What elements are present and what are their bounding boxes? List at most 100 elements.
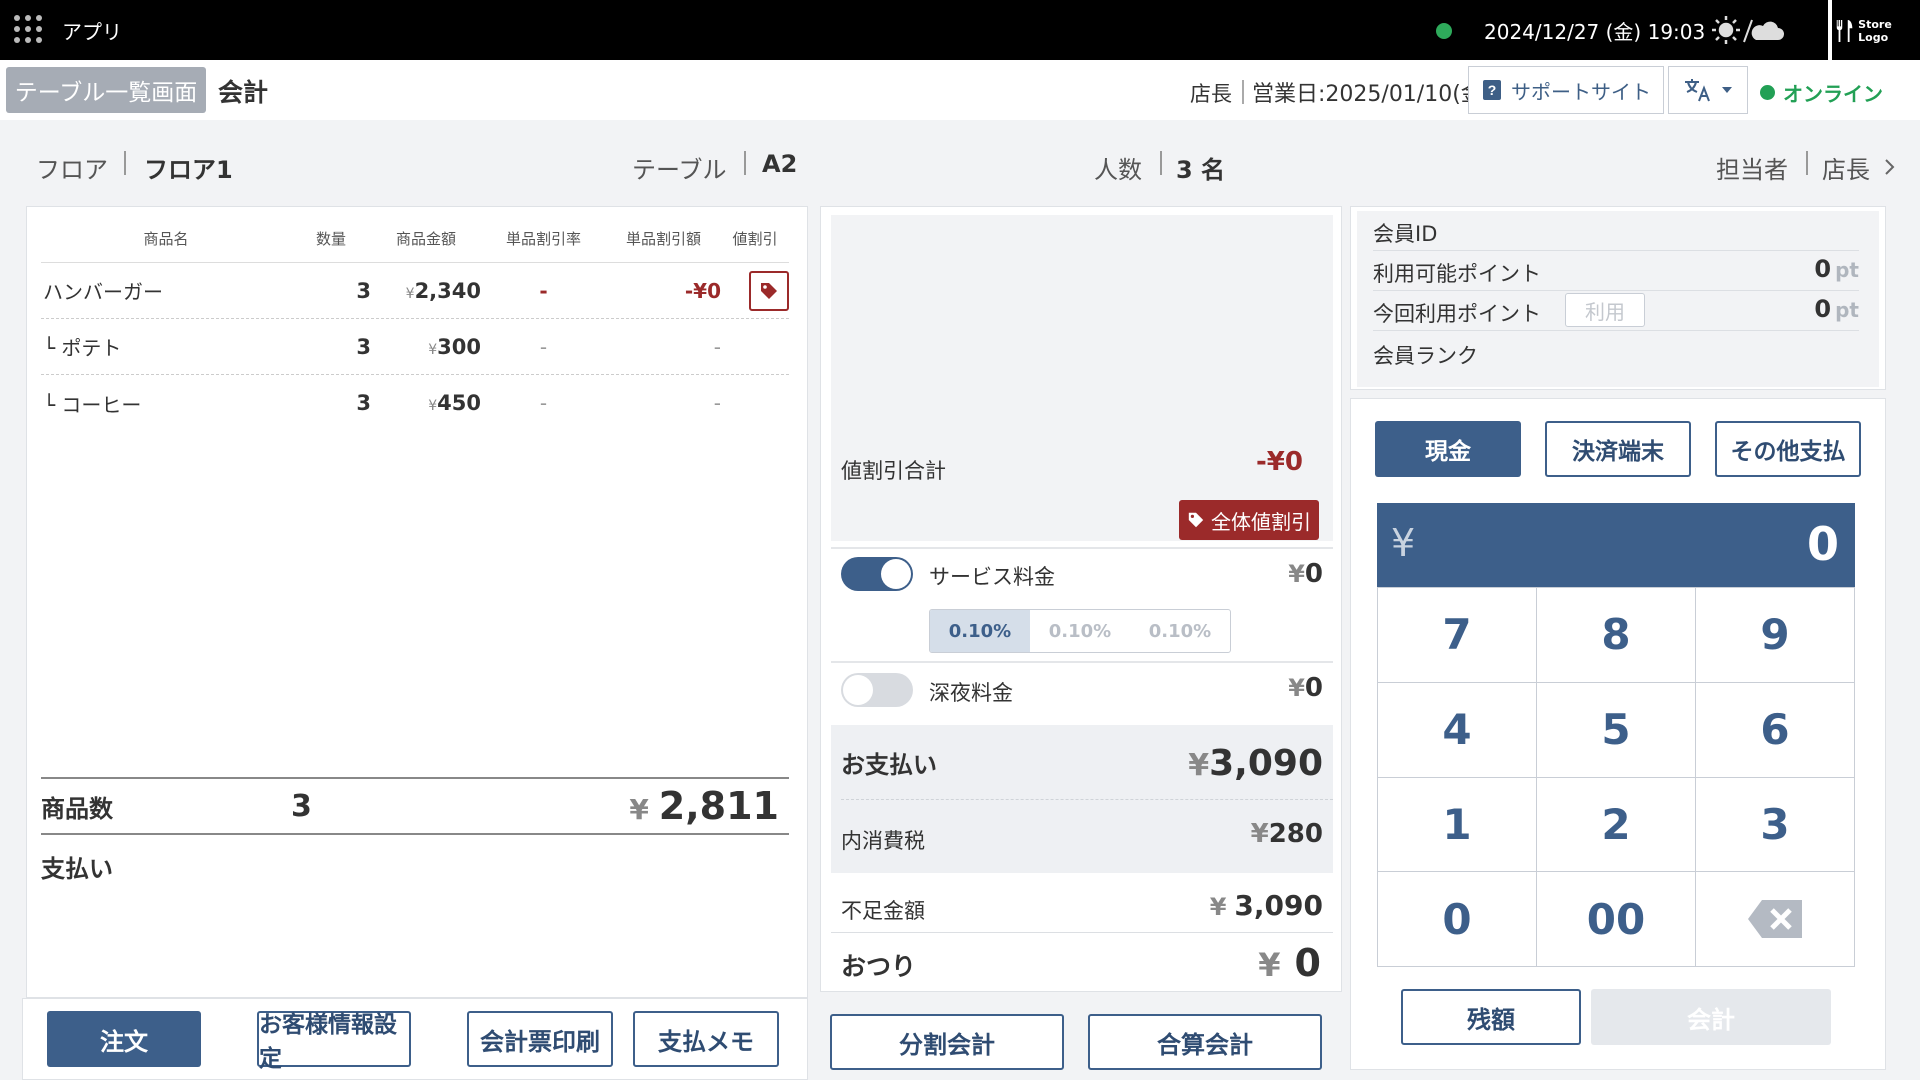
weather-icon bbox=[1712, 16, 1784, 44]
other-payment-button[interactable]: その他支払 bbox=[1715, 421, 1861, 477]
table-row[interactable]: ハンバーガー 3 ¥2,340 - -¥0 bbox=[41, 263, 789, 319]
rate-option[interactable]: 0.10% bbox=[1030, 610, 1130, 652]
item-discount-amount: - bbox=[713, 334, 721, 359]
apps-grid-icon[interactable] bbox=[14, 15, 42, 43]
merge-bill-button[interactable]: 合算会計 bbox=[1088, 1014, 1322, 1070]
payment-panel: 現金 決済端末 その他支払 ¥ 0 7 8 9 4 5 6 1 2 3 0 00… bbox=[1350, 398, 1886, 1070]
people-label: 人数 bbox=[1094, 156, 1142, 184]
table-row[interactable]: └ コーヒー 3 ¥450 - - bbox=[41, 375, 789, 431]
key-1[interactable]: 1 bbox=[1378, 777, 1537, 873]
item-discount-rate: - bbox=[539, 334, 548, 359]
key-4[interactable]: 4 bbox=[1378, 682, 1537, 778]
sun-icon bbox=[1712, 16, 1740, 44]
key-6[interactable]: 6 bbox=[1696, 682, 1855, 778]
checkout-button[interactable]: 会計 bbox=[1591, 989, 1831, 1045]
floor-label: フロア bbox=[36, 156, 108, 184]
print-receipt-button[interactable]: 会計票印刷 bbox=[467, 1011, 613, 1067]
use-points-button[interactable]: 利用 bbox=[1565, 293, 1645, 327]
rate-option[interactable]: 0.10% bbox=[930, 610, 1030, 652]
key-3[interactable]: 3 bbox=[1696, 777, 1855, 873]
table-list-button[interactable]: テーブル一覧画面 bbox=[6, 67, 206, 113]
tax-value: ¥280 bbox=[1251, 819, 1323, 849]
all-discount-button[interactable]: 全体値割引 bbox=[1179, 500, 1319, 540]
item-discount-amount: - bbox=[713, 391, 721, 415]
fork-knife-icon bbox=[1836, 19, 1853, 43]
payment-memo-button[interactable]: 支払メモ bbox=[633, 1011, 779, 1067]
backspace-key[interactable] bbox=[1696, 872, 1855, 967]
key-00[interactable]: 00 bbox=[1537, 872, 1696, 967]
column-header: 単品割引額 bbox=[625, 230, 701, 248]
yen-sign: ¥ bbox=[1209, 893, 1227, 921]
store-logo: Store Logo bbox=[1834, 18, 1920, 44]
payment-label: 支払い bbox=[41, 855, 113, 883]
order-button[interactable]: 注文 bbox=[47, 1011, 201, 1067]
store-logo-text: Store Logo bbox=[1858, 18, 1892, 44]
use-points-row: 今回利用ポイント 利用 0 pt bbox=[1373, 291, 1859, 331]
item-discount-amount: -¥0 bbox=[684, 278, 721, 303]
change-amount: 0 bbox=[1294, 941, 1321, 985]
floor-value: フロア1 bbox=[144, 156, 233, 184]
night-fee-value: ¥0 bbox=[1288, 673, 1323, 703]
status-dot-icon bbox=[1436, 23, 1452, 39]
table-row[interactable]: └ ポテト 3 ¥300 - - bbox=[41, 319, 789, 375]
yen-sign: ¥ bbox=[1391, 521, 1416, 565]
chevron-right-icon[interactable] bbox=[1884, 158, 1896, 176]
order-panel: 商品名 数量 商品金額 単品割引率 単品割引額 値割引 ハンバーガー 3 ¥2,… bbox=[26, 206, 808, 998]
numeric-keypad: 7 8 9 4 5 6 1 2 3 0 00 bbox=[1377, 587, 1855, 967]
night-fee-amount: 0 bbox=[1304, 673, 1323, 703]
order-actions: 注文 お客様情報設定 会計票印刷 支払メモ bbox=[22, 998, 808, 1080]
order-table-header: 商品名 数量 商品金額 単品割引率 単品割引額 値割引 bbox=[41, 215, 789, 263]
cash-button[interactable]: 現金 bbox=[1375, 421, 1521, 477]
member-rank-label: 会員ランク bbox=[1373, 344, 1478, 368]
discount-total-label: 値割引合計 bbox=[841, 459, 946, 483]
change-value: ¥0 bbox=[1258, 941, 1321, 985]
terminal-button[interactable]: 決済端末 bbox=[1545, 421, 1691, 477]
item-price-value: 300 bbox=[437, 334, 481, 359]
totals-panel: 値割引合計 -¥0 全体値割引 サービス料金 ¥0 0.10% 0.10% 0.… bbox=[820, 206, 1342, 992]
rate-option[interactable]: 0.10% bbox=[1130, 610, 1230, 652]
available-points-row: 利用可能ポイント 0 pt bbox=[1373, 251, 1859, 291]
remaining-button[interactable]: 残額 bbox=[1401, 989, 1581, 1045]
key-9[interactable]: 9 bbox=[1696, 588, 1855, 683]
member-rank-row: 会員ランク bbox=[1373, 333, 1859, 373]
column-header: 単品割引率 bbox=[505, 230, 581, 248]
order-summary: 商品数 3 ¥2,811 支払い bbox=[41, 777, 789, 884]
staff-value[interactable]: 店長 bbox=[1822, 150, 1870, 185]
service-fee-toggle[interactable] bbox=[841, 557, 913, 591]
language-select[interactable] bbox=[1668, 66, 1748, 114]
help-book-icon: ? bbox=[1483, 80, 1501, 100]
app-header: テーブル一覧画面 会計 店長 営業日:2025/01/10(金) ? サポートサ… bbox=[0, 60, 1920, 120]
night-fee-toggle[interactable] bbox=[841, 673, 913, 707]
yen-sign: ¥ bbox=[428, 398, 438, 414]
service-fee-value: ¥0 bbox=[1288, 559, 1323, 589]
key-2[interactable]: 2 bbox=[1537, 777, 1696, 873]
item-price-value: 450 bbox=[437, 391, 481, 415]
column-header: 商品金額 bbox=[395, 230, 456, 248]
split-bill-button[interactable]: 分割会計 bbox=[830, 1014, 1064, 1070]
payment-due-label: お支払い bbox=[841, 751, 937, 779]
key-0[interactable]: 0 bbox=[1378, 872, 1537, 967]
translate-icon bbox=[1685, 79, 1710, 102]
item-discount-rate: - bbox=[539, 278, 548, 303]
online-dot-icon bbox=[1760, 85, 1775, 100]
service-fee-rate-selector: 0.10% 0.10% 0.10% bbox=[929, 609, 1231, 653]
page-title: 会計 bbox=[218, 78, 269, 107]
item-discount-button[interactable] bbox=[749, 270, 789, 311]
item-price: ¥300 bbox=[371, 335, 481, 359]
yen-sign: ¥ bbox=[1250, 819, 1269, 849]
available-points-label: 利用可能ポイント bbox=[1373, 262, 1541, 286]
order-total: ¥2,811 bbox=[371, 784, 789, 828]
item-qty: 3 bbox=[356, 278, 371, 303]
customer-info-button[interactable]: お客様情報設定 bbox=[257, 1011, 411, 1072]
key-7[interactable]: 7 bbox=[1378, 588, 1537, 683]
item-name: ハンバーガー bbox=[43, 280, 163, 304]
tax-label: 内消費税 bbox=[841, 829, 925, 853]
key-5[interactable]: 5 bbox=[1537, 682, 1696, 778]
key-8[interactable]: 8 bbox=[1537, 588, 1696, 683]
member-id-label: 会員ID bbox=[1373, 222, 1438, 246]
divider bbox=[1806, 151, 1808, 175]
support-site-button[interactable]: ? サポートサイト bbox=[1468, 66, 1664, 114]
online-status: オンライン bbox=[1760, 78, 1883, 107]
tax-amount: 280 bbox=[1268, 819, 1323, 849]
item-count-label: 商品数 bbox=[41, 794, 113, 823]
